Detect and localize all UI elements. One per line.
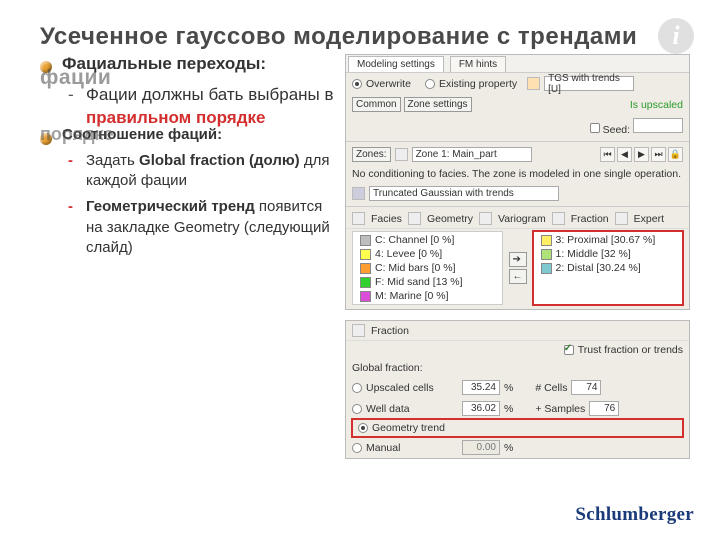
label-overwrite: Overwrite (366, 78, 411, 90)
chk-seed[interactable] (590, 123, 600, 133)
radio-overwrite[interactable] (352, 79, 362, 89)
label-samples: + Samples (535, 403, 585, 415)
dash-text-a: Фации должны бать выбраны в (86, 85, 334, 104)
facies-list-right[interactable]: 3: Proximal [30.67 %] 1: Middle [32 %] 2… (533, 231, 684, 305)
geometry-tab-icon (408, 212, 421, 225)
expert-tab-icon (615, 212, 628, 225)
label-existing: Existing property (439, 78, 517, 90)
move-right-icon[interactable]: ➔ (509, 252, 527, 267)
page-title: Усеченное гауссово моделирование с тренд… (40, 22, 690, 52)
overlay-subtitle: фации (40, 66, 111, 90)
d2b-bold: Геометрический тренд (86, 198, 255, 215)
label-upscaled: Upscaled cells (366, 382, 458, 394)
val-cells: 74 (571, 380, 601, 395)
dash-icon: - (68, 197, 78, 258)
btn-zone-settings[interactable]: Zone settings (404, 97, 472, 112)
brand-logo: Schlumberger (575, 504, 694, 526)
val-samples: 76 (589, 401, 619, 416)
label-seed: Seed: (603, 124, 630, 136)
modeling-settings-panel: Modeling settings FM hints Overwrite Exi… (345, 54, 690, 310)
conditioning-label: No conditioning to facies. The zone is m… (346, 165, 689, 183)
nav-lock-icon[interactable]: 🔒 (668, 147, 683, 162)
radio-existing[interactable] (425, 79, 435, 89)
method-icon (352, 187, 365, 200)
chk-trust-fraction[interactable] (564, 345, 574, 355)
label-manual: Manual (366, 442, 458, 454)
zones-button[interactable]: Zones: (352, 147, 391, 162)
global-fraction-label: Global fraction: (346, 359, 689, 377)
d2a-bold: Global fraction (долю) (139, 152, 300, 169)
nav-first-icon[interactable]: ⏮ (600, 147, 615, 162)
label-welldata: Well data (366, 403, 458, 415)
zone-select[interactable]: Zone 1: Main_part (412, 147, 532, 162)
zone-icon (395, 148, 408, 161)
dash-icon: - (68, 151, 78, 192)
dash-global-fraction: - Задать Global fraction (долю) для кажд… (68, 151, 335, 192)
tab-modeling-settings[interactable]: Modeling settings (348, 56, 444, 72)
label-geometry-trend: Geometry trend (372, 422, 542, 434)
variogram-tab-icon (479, 212, 492, 225)
info-icon: i (658, 18, 694, 54)
radio-upscaled[interactable] (352, 383, 362, 393)
radio-geometry-trend[interactable] (358, 423, 368, 433)
tab-expert[interactable]: Expert (634, 213, 664, 225)
tab-facies[interactable]: Facies (371, 213, 402, 225)
input-seed[interactable] (633, 118, 683, 133)
method-select[interactable]: Truncated Gaussian with trends (369, 186, 559, 201)
label-cells: # Cells (535, 382, 567, 394)
facies-tab-icon (352, 212, 365, 225)
tab-fraction[interactable]: Fraction (571, 213, 609, 225)
dash-geometry-trend: - Геометрический тренд появится на закла… (68, 197, 335, 258)
nav-next-icon[interactable]: ▶ (634, 147, 649, 162)
nav-last-icon[interactable]: ⏭ (651, 147, 666, 162)
tab-fm-hints[interactable]: FM hints (450, 56, 506, 72)
property-icon (527, 77, 540, 90)
bullet-transitions: фации Фациальные переходы: (40, 54, 335, 74)
val-upscaled[interactable]: 35.24 (462, 380, 500, 395)
tab-variogram[interactable]: Variogram (498, 213, 546, 225)
btn-common[interactable]: Common (352, 97, 401, 112)
overlay-subtitle-2: порядке (40, 124, 114, 145)
fraction-panel: Fraction Trust fraction or trends Global… (345, 320, 690, 459)
tab-fraction-selected[interactable]: Fraction (371, 325, 409, 337)
facies-list-left[interactable]: C: Channel [0 %] 4: Levee [0 %] C: Mid b… (352, 231, 503, 305)
bullet-ratio: порядке Соотношение фаций: (40, 126, 335, 145)
fraction-tab-icon (552, 212, 565, 225)
radio-manual[interactable] (352, 443, 362, 453)
nav-prev-icon[interactable]: ◀ (617, 147, 632, 162)
fraction-icon (352, 324, 365, 337)
val-welldata[interactable]: 36.02 (462, 401, 500, 416)
move-left-icon[interactable]: ← (509, 269, 527, 284)
val-manual: 0.00 (462, 440, 500, 455)
label-trust-fraction: Trust fraction or trends (578, 344, 683, 356)
status-upscaled: Is upscaled (630, 99, 683, 111)
property-select[interactable]: TGS with trends [U] (544, 76, 634, 91)
radio-welldata[interactable] (352, 404, 362, 414)
d2a-pre: Задать (86, 152, 139, 169)
tab-geometry[interactable]: Geometry (427, 213, 473, 225)
